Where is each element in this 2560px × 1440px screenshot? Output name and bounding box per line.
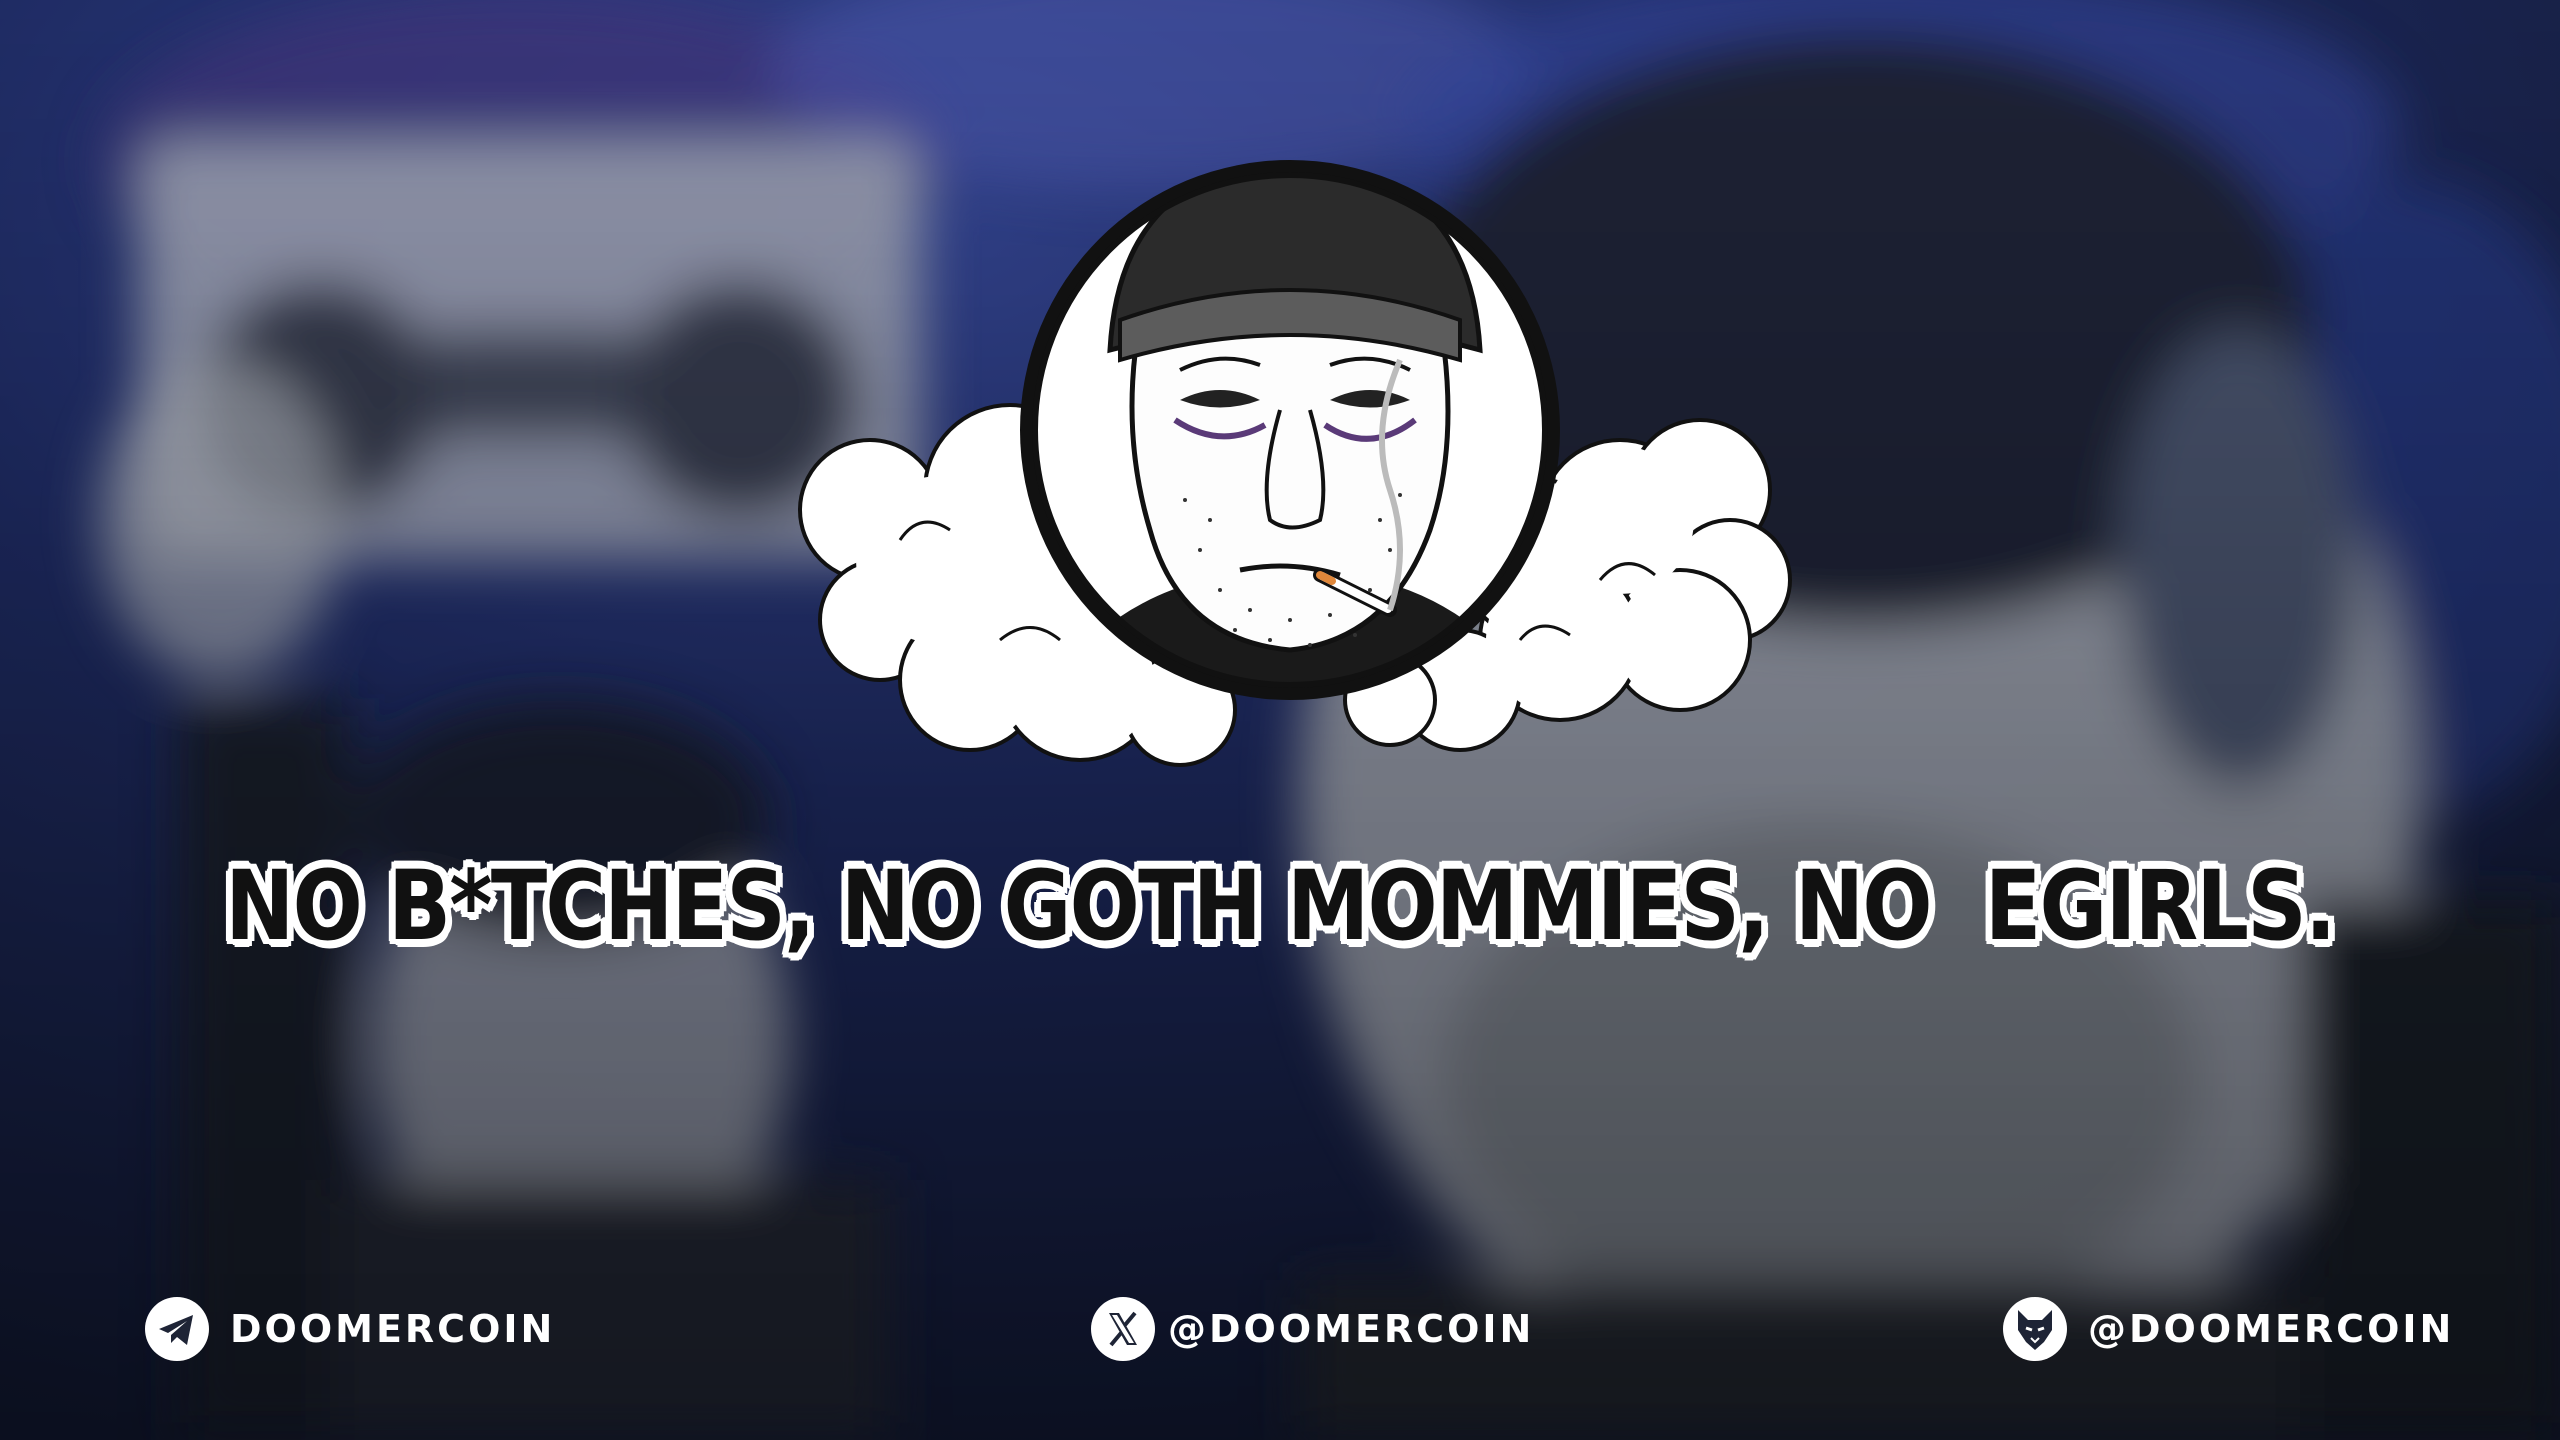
wolf-icon (2002, 1296, 2068, 1362)
social-x-label: @DOOMERCOIN (1168, 1307, 1535, 1351)
social-wolf-label: @DOOMERCOIN (2088, 1307, 2455, 1351)
x-icon (1090, 1296, 1156, 1362)
social-wolf[interactable]: @DOOMERCOIN (2002, 1294, 2454, 1364)
social-telegram-label: DOOMERCOIN (230, 1307, 556, 1351)
doomer-logo-icon (798, 160, 1792, 767)
banner: NO B*TCHES, NO GOTH MOMMIES, NO EGIRLS. … (0, 0, 2560, 1440)
social-telegram[interactable]: DOOMERCOIN (144, 1294, 555, 1364)
headline: NO B*TCHES, NO GOTH MOMMIES, NO EGIRLS. (225, 850, 2336, 962)
telegram-icon (144, 1296, 210, 1362)
social-x[interactable]: @DOOMERCOIN (1090, 1294, 1534, 1364)
